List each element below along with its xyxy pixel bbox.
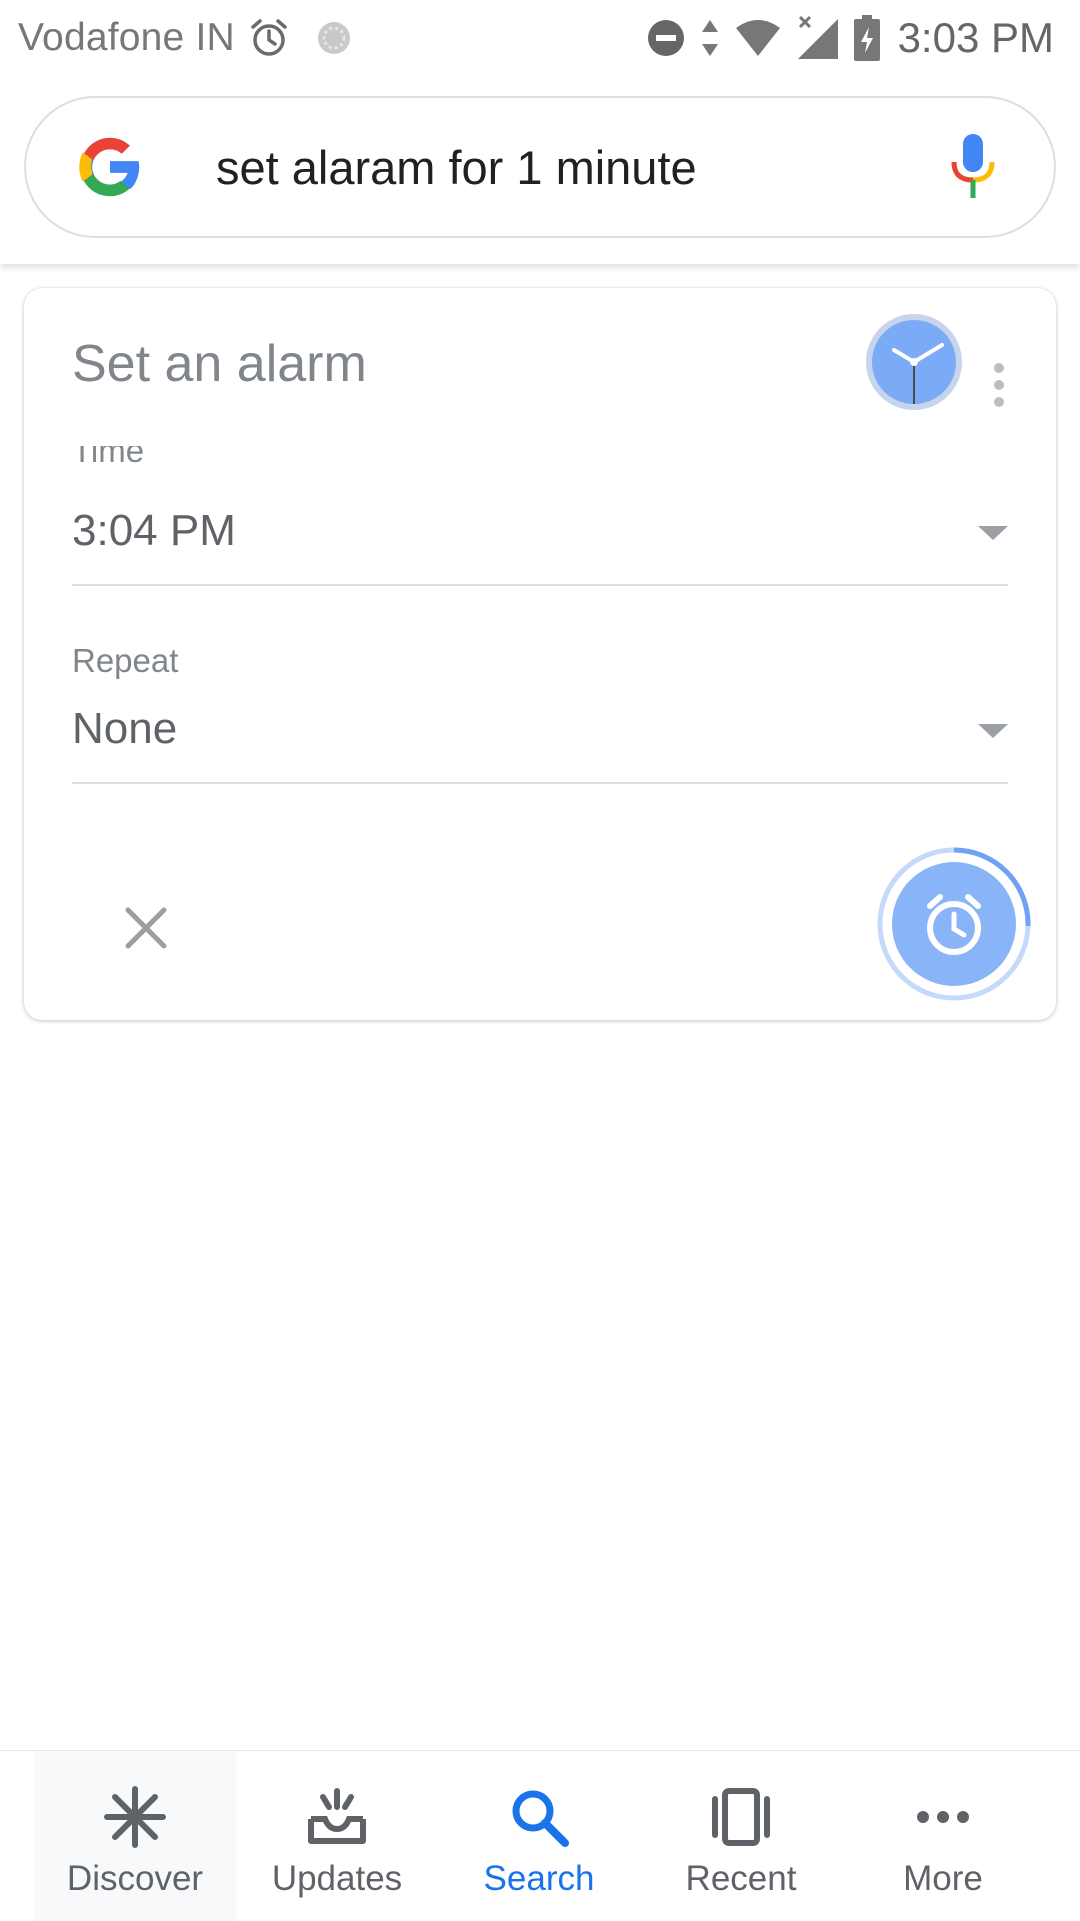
asterisk-icon — [103, 1785, 167, 1849]
search-query-text[interactable]: set alaram for 1 minute — [216, 140, 948, 195]
nav-item-more[interactable]: More — [842, 1751, 1044, 1921]
alarm-icon — [249, 18, 289, 58]
set-alarm-card: Set an alarm Time 3:04 PM Repeat None — [24, 288, 1056, 1020]
nav-item-updates[interactable]: Updates — [236, 1751, 438, 1921]
time-label: Time — [72, 446, 145, 469]
more-horiz-icon — [911, 1785, 975, 1849]
nav-label-recent: Recent — [685, 1859, 797, 1898]
nav-label-search: Search — [483, 1859, 595, 1898]
more-vert-icon[interactable] — [984, 358, 1014, 418]
card-title: Set an alarm — [72, 335, 367, 393]
status-time: 3:03 PM — [897, 14, 1054, 61]
repeat-divider — [72, 782, 1008, 784]
nav-item-discover[interactable]: Discover — [34, 1751, 236, 1921]
status-left: Vodafone IN — [18, 16, 353, 60]
time-divider — [72, 584, 1008, 586]
nav-label-more: More — [903, 1859, 983, 1898]
do-not-disturb-icon — [646, 18, 686, 58]
data-arrows-icon — [700, 18, 720, 58]
nav-item-recent[interactable]: Recent — [640, 1751, 842, 1921]
repeat-value[interactable]: None — [72, 704, 177, 754]
search-bar[interactable]: set alaram for 1 minute — [24, 96, 1056, 238]
repeat-dropdown-icon[interactable] — [978, 724, 1008, 738]
search-header: set alaram for 1 minute — [0, 76, 1080, 264]
battery-charging-icon — [853, 15, 880, 61]
inbox-updates-icon — [305, 1785, 369, 1849]
cell-signal-icon — [796, 15, 840, 61]
status-right: 3:03 PM — [632, 14, 1054, 62]
wifi-icon — [734, 18, 782, 58]
status-bar: Vodafone IN 3:03 PM — [0, 0, 1080, 76]
carrier-name: Vodafone IN — [18, 16, 235, 59]
clock-app-icon — [866, 314, 962, 410]
mic-icon[interactable] — [948, 132, 998, 202]
time-value[interactable]: 3:04 PM — [72, 506, 236, 556]
sync-icon — [315, 19, 353, 57]
bottom-navigation: Discover Updates Search Recent More — [0, 1750, 1080, 1921]
search-icon — [507, 1785, 571, 1849]
time-dropdown-icon[interactable] — [978, 526, 1008, 540]
nav-label-updates: Updates — [271, 1859, 403, 1898]
close-icon[interactable] — [106, 888, 186, 968]
recent-cards-icon — [709, 1785, 773, 1849]
nav-label-discover: Discover — [66, 1859, 204, 1898]
google-logo — [79, 137, 142, 197]
nav-item-search[interactable]: Search — [438, 1751, 640, 1921]
alarm-add-icon[interactable] — [872, 834, 1052, 1014]
repeat-label: Repeat — [72, 642, 179, 679]
